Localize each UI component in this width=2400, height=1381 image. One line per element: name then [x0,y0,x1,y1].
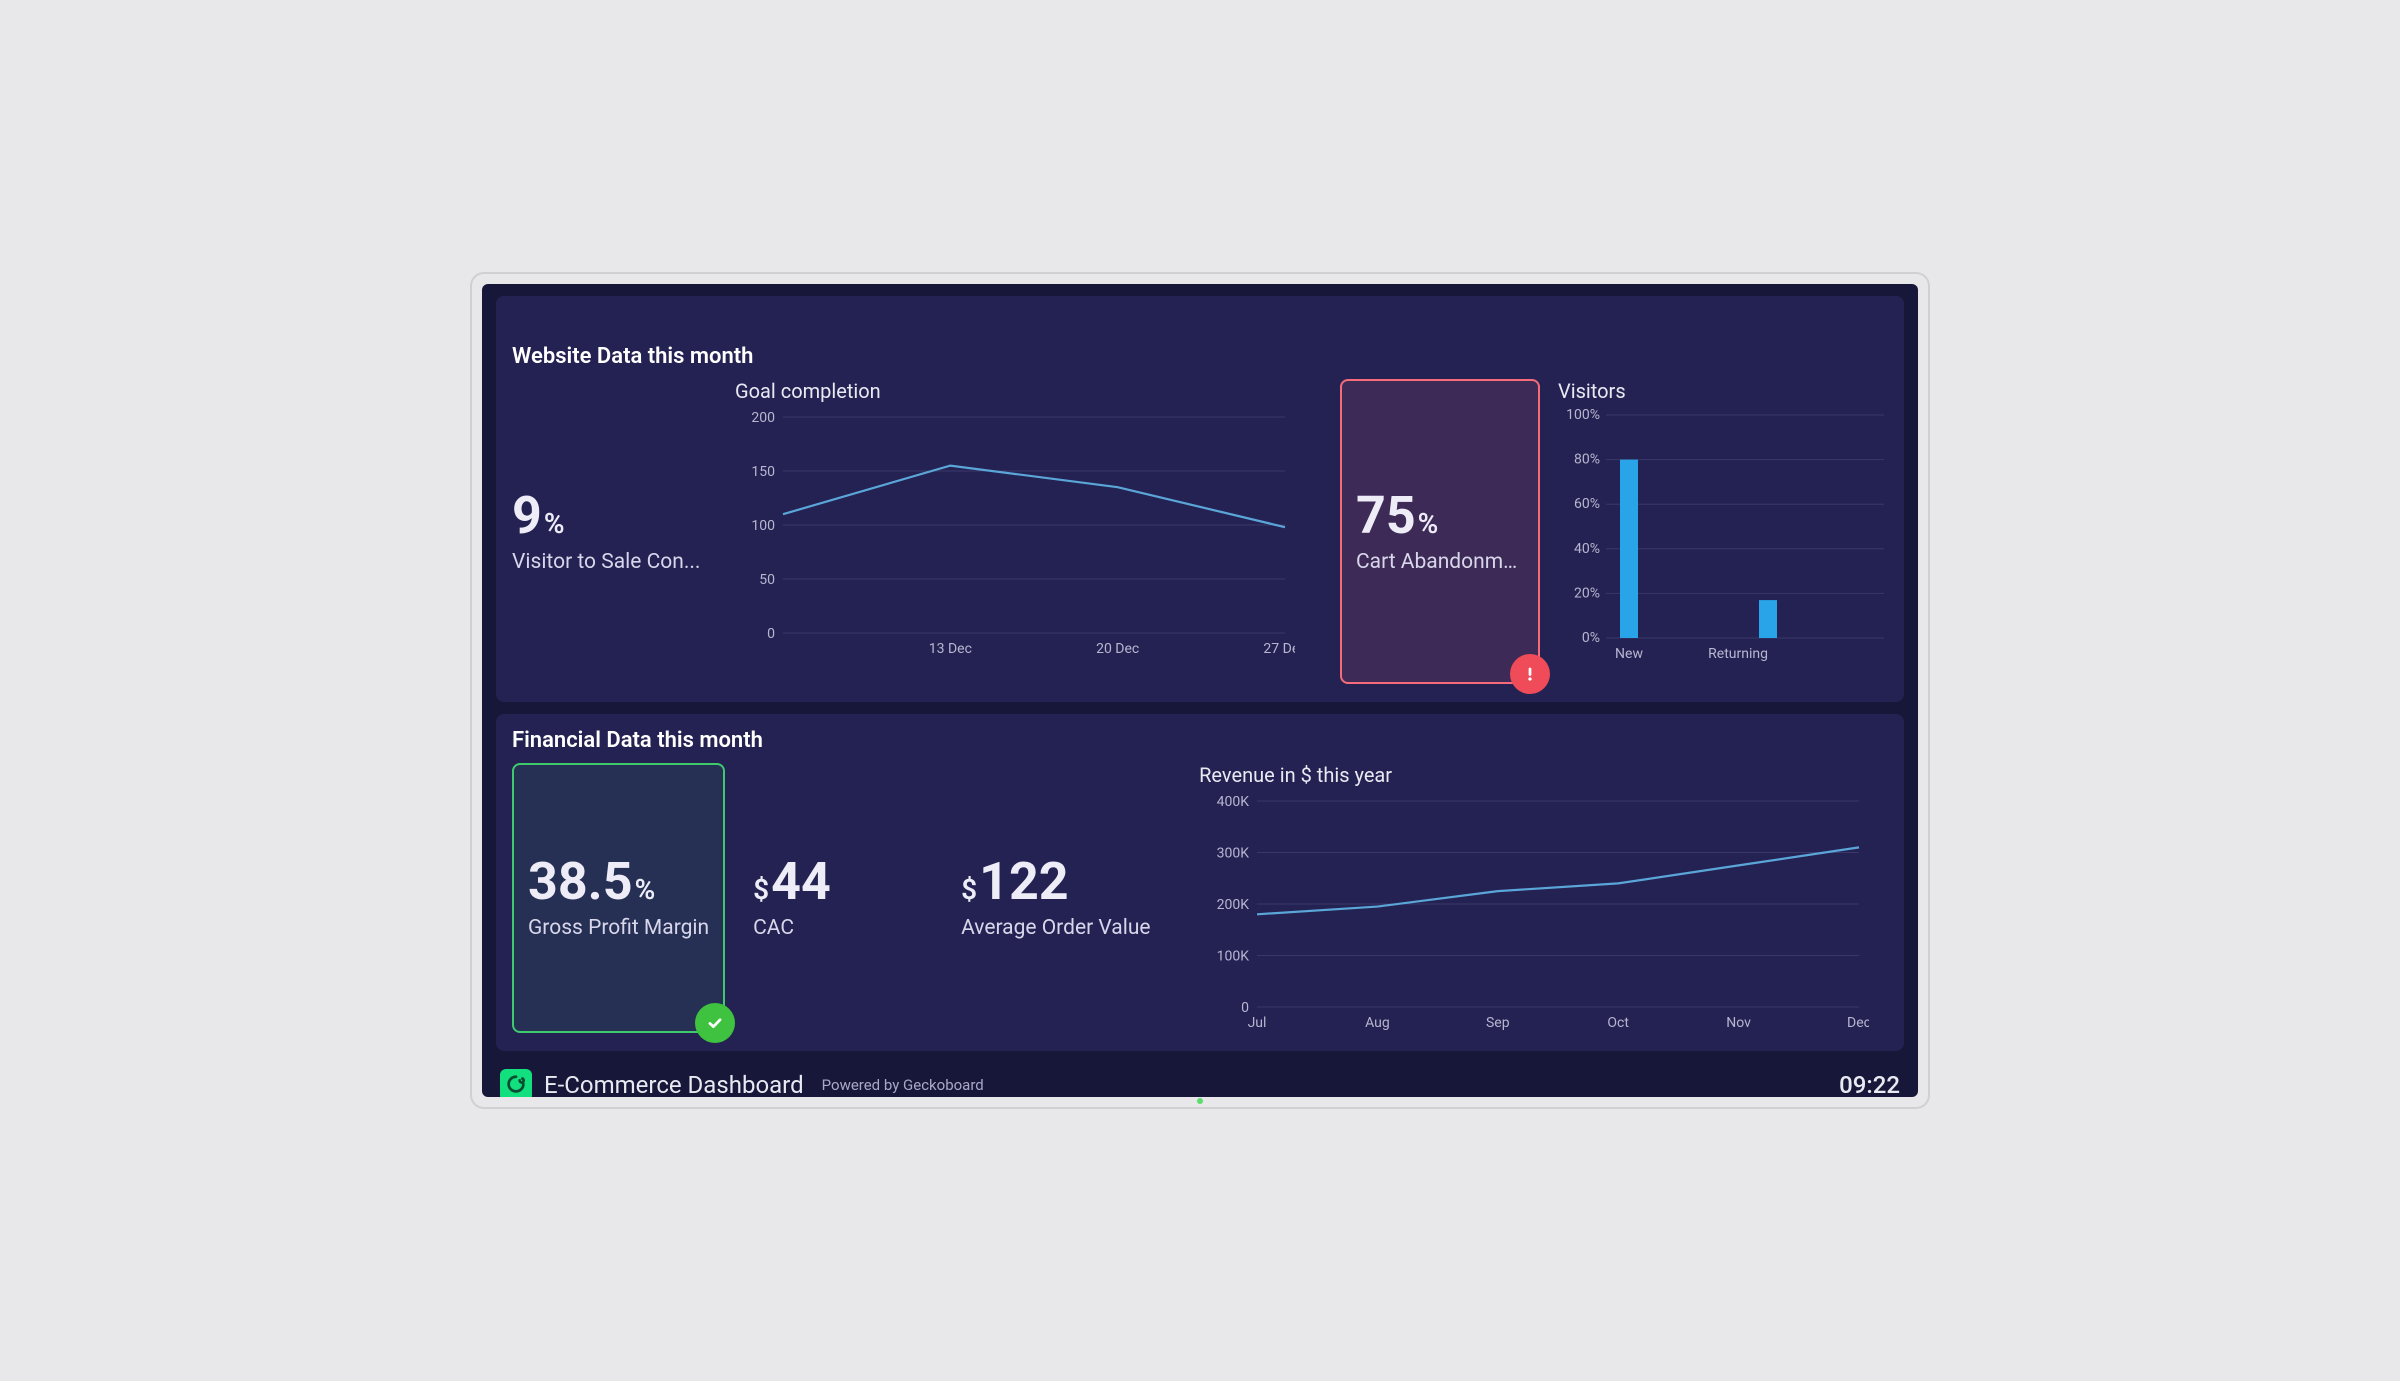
alert-icon [1510,654,1550,694]
svg-text:27 Dec: 27 Dec [1263,641,1295,657]
goal-completion-chart: 0 50 100 150 200 13 Dec 20 Dec 27 Dec [735,409,1322,684]
cart-abandon-label: Cart Abandonmen... [1356,550,1524,574]
cac-card: $44 CAC [753,763,933,1033]
svg-text:Aug: Aug [1365,1015,1390,1031]
cart-abandon-value: 75% [1356,490,1524,542]
website-section-title: Website Data this month [512,344,1888,369]
goal-completion-title: Goal completion [735,379,1322,403]
svg-text:100K: 100K [1217,949,1250,965]
power-led-icon [1197,1098,1203,1104]
svg-text:80%: 80% [1574,452,1600,468]
aov-label: Average Order Value [961,916,1171,940]
website-panel: Website Data this month 9% Visitor to Sa… [496,296,1904,702]
svg-text:0%: 0% [1582,630,1600,646]
aov-number: 122 [979,851,1069,912]
revenue-chart-card: Revenue in $ this year 0 100K 200K 300K 400K… [1199,763,1888,1033]
cac-prefix: $ [753,873,769,906]
svg-text:400K: 400K [1217,794,1250,810]
cart-abandon-number: 75 [1356,485,1416,546]
svg-text:200: 200 [751,410,775,426]
gross-margin-number: 38.5 [528,851,633,912]
gross-margin-card: 38.5% Gross Profit Margin [512,763,725,1033]
brand-icon [500,1069,532,1097]
svg-text:100: 100 [751,518,775,534]
visitors-chart: 0% 20% 40% 60% 80% 100% New Returning [1558,409,1888,684]
footer: E-Commerce Dashboard Powered by Geckoboa… [496,1063,1904,1097]
svg-text:Returning: Returning [1708,646,1768,662]
svg-text:150: 150 [751,464,775,480]
conversion-unit: % [544,507,565,540]
aov-card: $122 Average Order Value [961,763,1171,1033]
svg-text:20 Dec: 20 Dec [1096,641,1139,657]
conversion-label: Visitor to Sale Con... [512,550,717,574]
check-icon [695,1003,735,1043]
svg-text:300K: 300K [1217,846,1250,862]
goal-completion-chart-card: Goal completion 0 50 100 150 200 13 Dec 20 Dec… [735,379,1322,684]
svg-text:200K: 200K [1217,897,1250,913]
gross-margin-value: 38.5% [528,856,709,908]
powered-by: Powered by Geckoboard [822,1076,984,1094]
revenue-chart: 0 100K 200K 300K 400K Jul Aug Sep Oct Nov Dec [1199,793,1888,1033]
svg-text:Dec: Dec [1847,1015,1869,1031]
cac-number: 44 [771,851,831,912]
cac-label: CAC [753,916,933,940]
aov-value: $122 [961,856,1171,908]
svg-text:100%: 100% [1566,409,1600,423]
svg-text:60%: 60% [1574,496,1600,512]
conversion-value: 9% [512,490,717,542]
svg-text:Jul: Jul [1248,1015,1267,1031]
financial-panel: Financial Data this month 38.5% Gross Pr… [496,714,1904,1051]
cart-abandon-card: 75% Cart Abandonmen... [1340,379,1540,684]
revenue-title: Revenue in $ this year [1199,763,1888,787]
svg-text:New: New [1615,646,1643,662]
visitors-title: Visitors [1558,379,1888,403]
svg-text:0: 0 [767,626,775,642]
svg-text:20%: 20% [1574,585,1600,601]
conversion-number: 9 [512,485,542,546]
gross-margin-unit: % [635,873,656,906]
svg-text:13 Dec: 13 Dec [929,641,972,657]
conversion-card: 9% Visitor to Sale Con... [512,379,717,684]
svg-text:0: 0 [1241,1000,1249,1016]
dashboard-title: E-Commerce Dashboard [544,1071,804,1097]
gross-margin-label: Gross Profit Margin [528,916,709,940]
aov-prefix: $ [961,873,977,906]
screen: Website Data this month 9% Visitor to Sa… [482,284,1918,1097]
cart-abandon-unit: % [1418,507,1439,540]
visitors-chart-card: Visitors 0% 20% 40% 60% 80% 100% New Returning [1558,379,1888,684]
svg-text:50: 50 [759,572,775,588]
financial-section-title: Financial Data this month [512,728,1888,753]
clock: 09:22 [1839,1071,1900,1097]
svg-text:Sep: Sep [1486,1015,1510,1031]
svg-text:Oct: Oct [1608,1015,1630,1031]
display-frame: Website Data this month 9% Visitor to Sa… [470,272,1930,1109]
svg-text:40%: 40% [1574,541,1600,557]
cac-value: $44 [753,856,933,908]
svg-text:Nov: Nov [1726,1015,1751,1031]
